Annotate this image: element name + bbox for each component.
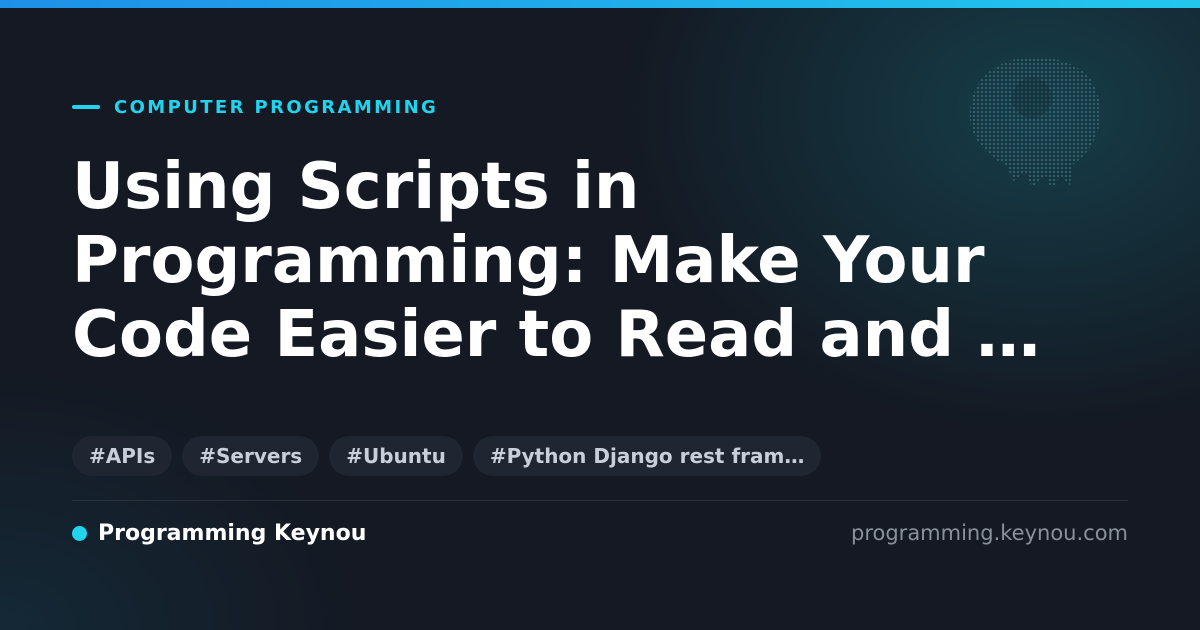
- category-label: COMPUTER PROGRAMMING: [114, 96, 439, 118]
- article-title: Using Scripts in Programming: Make Your …: [72, 150, 1132, 372]
- tag-python-django: #Python Django rest fram…: [472, 436, 822, 476]
- tag-ubuntu: #Ubuntu: [329, 436, 463, 476]
- tag-apis: #APIs: [72, 436, 173, 476]
- category: COMPUTER PROGRAMMING: [72, 93, 438, 121]
- title-line: Using Scripts in: [72, 150, 640, 224]
- title-line: Programming: Make Your: [72, 224, 985, 298]
- brand-name: Programming Keynou: [98, 520, 367, 546]
- footer-divider: [72, 500, 1128, 501]
- title-line: Code Easier to Read and …: [72, 298, 1041, 372]
- brand-dot-icon: [72, 525, 87, 541]
- share-card: COMPUTER PROGRAMMING Using Scripts in Pr…: [0, 0, 1200, 630]
- category-accent-line: [72, 105, 100, 109]
- brand: Programming Keynou: [72, 519, 366, 547]
- top-accent-bar: [0, 0, 1200, 8]
- tag-servers: #Servers: [182, 436, 320, 476]
- site-url: programming.keynou.com: [851, 521, 1128, 545]
- tag-list: #APIs #Servers #Ubuntu #Python Django re…: [72, 436, 831, 476]
